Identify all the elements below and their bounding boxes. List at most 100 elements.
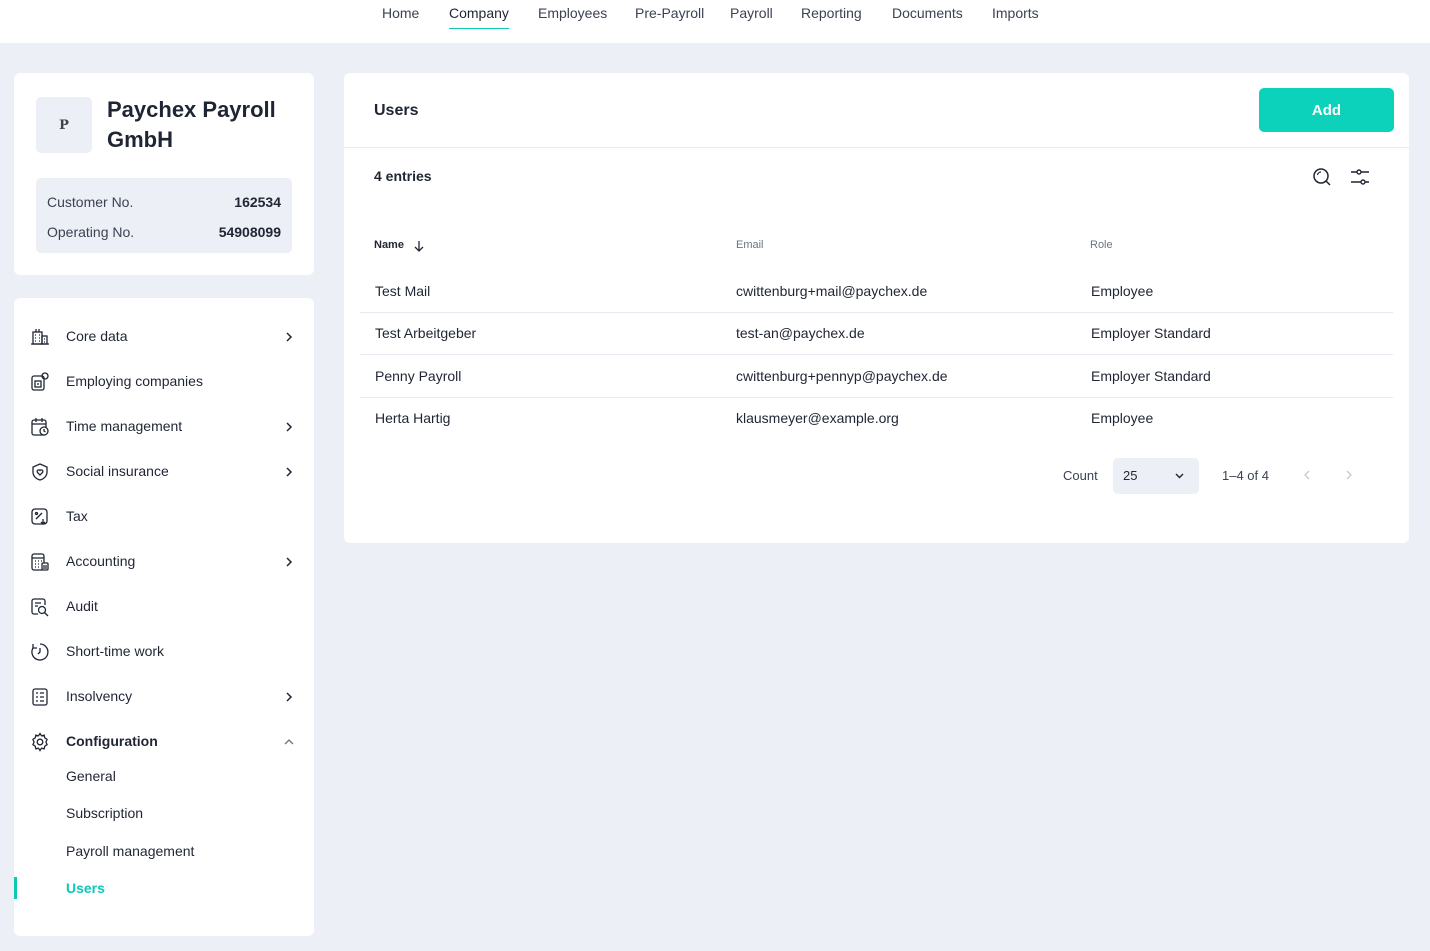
table-row[interactable]: Herta Hartig klausmeyer@example.org Empl… bbox=[360, 398, 1393, 440]
sidebar-item-label: Social insurance bbox=[66, 463, 169, 479]
company-logo: P bbox=[36, 97, 92, 153]
column-header-name[interactable]: Name bbox=[374, 239, 404, 251]
cell-email: klausmeyer@example.org bbox=[736, 410, 899, 426]
tab-company[interactable]: Company bbox=[449, 5, 509, 29]
page-size-select[interactable]: 25 bbox=[1113, 458, 1199, 494]
chevron-right-icon bbox=[286, 467, 293, 477]
tab-documents[interactable]: Documents bbox=[892, 5, 963, 29]
sidebar-menu: Core data Employing companies Time manag… bbox=[14, 298, 314, 936]
cell-name: Penny Payroll bbox=[375, 368, 462, 384]
companies-icon bbox=[31, 372, 49, 391]
next-page-icon[interactable] bbox=[1343, 469, 1355, 481]
tab-payroll[interactable]: Payroll bbox=[730, 5, 773, 29]
entries-count: 4 entries bbox=[374, 168, 432, 184]
company-logo-letter: P bbox=[59, 117, 69, 133]
cell-role: Employer Standard bbox=[1091, 325, 1211, 341]
column-header-email[interactable]: Email bbox=[736, 239, 764, 251]
cell-email: test-an@paychex.de bbox=[736, 325, 865, 341]
sidebar-item-audit[interactable]: Audit bbox=[14, 587, 314, 627]
sidebar-item-accounting[interactable]: Accounting bbox=[14, 542, 314, 582]
cell-role: Employee bbox=[1091, 410, 1154, 426]
sidebar-item-insolvency[interactable]: Insolvency bbox=[14, 677, 314, 717]
tab-home[interactable]: Home bbox=[382, 5, 419, 29]
sidebar-item-label: Time management bbox=[66, 418, 183, 434]
tax-percent-icon bbox=[31, 508, 48, 525]
tab-imports[interactable]: Imports bbox=[992, 5, 1039, 29]
cell-name: Herta Hartig bbox=[375, 410, 451, 426]
sidebar-item-label: Tax bbox=[66, 508, 88, 524]
sidebar-item-employing-companies[interactable]: Employing companies bbox=[14, 362, 314, 402]
sidebar-subitem-label: Payroll management bbox=[66, 843, 195, 859]
arrow-down-icon[interactable] bbox=[413, 239, 425, 253]
header-divider bbox=[344, 147, 1409, 148]
users-panel: Users Add 4 entries Name Email Role Test… bbox=[344, 73, 1409, 543]
company-ids: Customer No. 162534 Operating No. 549080… bbox=[36, 178, 292, 253]
filter-sliders-icon[interactable] bbox=[1349, 166, 1371, 188]
sidebar-item-label: Employing companies bbox=[66, 373, 203, 389]
sidebar-item-social-insurance[interactable]: Social insurance bbox=[14, 452, 314, 492]
cell-email: cwittenburg+pennyp@paychex.de bbox=[736, 368, 948, 384]
sidebar-item-core-data[interactable]: Core data bbox=[14, 317, 314, 357]
sidebar-subitem-label: General bbox=[66, 768, 116, 784]
chevron-down-icon bbox=[1175, 473, 1184, 479]
sidebar-item-label: Short-time work bbox=[66, 643, 165, 659]
operating-no-label: Operating No. bbox=[47, 224, 135, 240]
previous-page-icon[interactable] bbox=[1301, 469, 1313, 481]
search-icon[interactable] bbox=[1311, 166, 1333, 188]
chevron-right-icon bbox=[286, 692, 293, 702]
top-navigation: Home Company Employees Pre-Payroll Payro… bbox=[0, 0, 1430, 43]
chevron-right-icon bbox=[286, 422, 293, 432]
sidebar-item-label: Accounting bbox=[66, 553, 136, 569]
sidebar-item-tax[interactable]: Tax bbox=[14, 497, 314, 537]
calculator-icon bbox=[31, 553, 49, 571]
sidebar-item-label: Insolvency bbox=[66, 688, 133, 704]
sidebar-subitem-payroll-management[interactable]: Payroll management bbox=[14, 836, 314, 866]
table-row[interactable]: Test Mail cwittenburg+mail@paychex.de Em… bbox=[360, 271, 1393, 313]
column-header-role[interactable]: Role bbox=[1090, 239, 1113, 251]
audit-search-icon bbox=[31, 598, 49, 617]
customer-no-value: 162534 bbox=[234, 194, 281, 210]
cell-name: Test Arbeitgeber bbox=[375, 325, 477, 341]
sidebar-item-configuration[interactable]: Configuration bbox=[14, 722, 314, 762]
company-name: Paychex Payroll GmbH bbox=[107, 97, 276, 152]
sidebar-subitem-subscription[interactable]: Subscription bbox=[14, 798, 314, 828]
operating-no-value: 54908099 bbox=[218, 224, 281, 240]
chevron-right-icon bbox=[286, 332, 293, 342]
top-nav-tabs: Home Company Employees Pre-Payroll Payro… bbox=[0, 0, 1430, 43]
cell-email: cwittenburg+mail@paychex.de bbox=[736, 283, 928, 299]
sidebar-item-label: Configuration bbox=[66, 733, 158, 749]
calendar-clock-icon bbox=[31, 418, 49, 436]
tab-reporting[interactable]: Reporting bbox=[801, 5, 862, 29]
sidebar-item-time-management[interactable]: Time management bbox=[14, 407, 314, 447]
sidebar-subitem-label: Users bbox=[66, 880, 105, 896]
cell-role: Employer Standard bbox=[1091, 368, 1211, 384]
cell-role: Employee bbox=[1091, 283, 1154, 299]
pagination-range: 1–4 of 4 bbox=[1222, 468, 1269, 483]
table-row[interactable]: Test Arbeitgeber test-an@paychex.de Empl… bbox=[360, 313, 1393, 355]
chevron-up-icon bbox=[284, 739, 294, 745]
sidebar-subitem-label: Subscription bbox=[66, 805, 144, 821]
clock-icon bbox=[31, 643, 49, 661]
customer-no-row: Customer No. 162534 bbox=[47, 187, 281, 217]
sidebar-subitem-general[interactable]: General bbox=[14, 761, 314, 791]
customer-no-label: Customer No. bbox=[47, 194, 134, 210]
tab-employees[interactable]: Employees bbox=[538, 5, 607, 29]
company-card: P Paychex Payroll GmbH Customer No. 1625… bbox=[14, 73, 314, 275]
add-user-button[interactable]: Add bbox=[1259, 88, 1394, 132]
page-title: Users bbox=[374, 102, 419, 119]
sidebar-item-short-time-work[interactable]: Short-time work bbox=[14, 632, 314, 672]
table-row[interactable]: Penny Payroll cwittenburg+pennyp@paychex… bbox=[360, 356, 1393, 398]
count-label: Count bbox=[1063, 468, 1098, 483]
sidebar-item-label: Audit bbox=[66, 598, 98, 614]
sidebar-item-label: Core data bbox=[66, 328, 128, 344]
operating-no-row: Operating No. 54908099 bbox=[47, 217, 281, 247]
building-icon bbox=[31, 329, 49, 345]
chevron-right-icon bbox=[286, 557, 293, 567]
tab-pre-payroll[interactable]: Pre-Payroll bbox=[635, 5, 704, 29]
gear-icon bbox=[32, 732, 48, 752]
sidebar-subitem-users[interactable]: Users bbox=[14, 873, 314, 903]
page-size-value: 25 bbox=[1123, 468, 1138, 483]
cell-name: Test Mail bbox=[375, 283, 431, 299]
shield-heart-icon bbox=[32, 463, 48, 481]
document-list-icon bbox=[32, 688, 48, 706]
